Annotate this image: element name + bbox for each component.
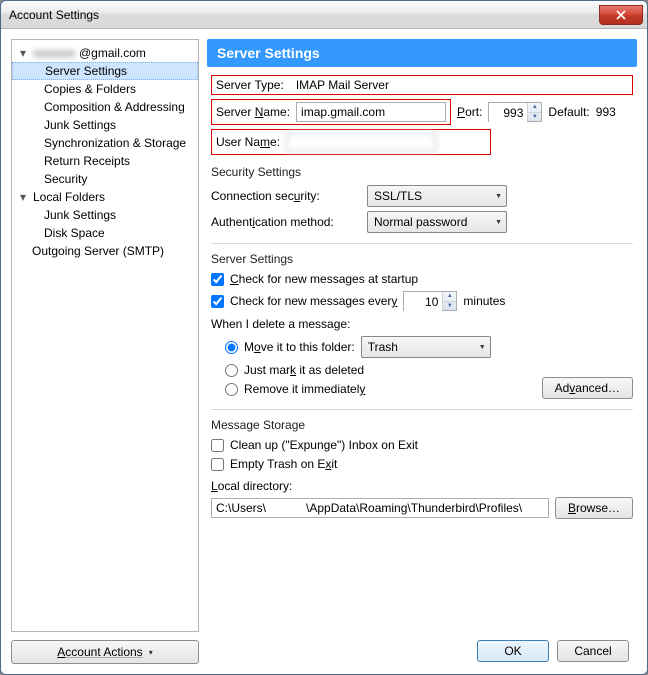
tree-return-receipts[interactable]: Return Receipts [12,152,198,170]
tree-local-diskspace[interactable]: Disk Space [12,224,198,242]
sidebar: ▾ xxxxxxx @gmail.com Server Settings Copi… [11,39,199,664]
interval-input[interactable] [404,292,442,312]
mark-deleted-label: Just mark it as deleted [244,363,364,377]
trash-folder-select[interactable]: Trash ▼ [361,336,491,358]
user-name-input[interactable] [286,132,436,152]
connection-security-select[interactable]: SSL/TLS ▼ [367,185,507,207]
server-type-value: IMAP Mail Server [296,78,389,92]
message-storage-heading: Message Storage [211,418,633,432]
window-title: Account Settings [9,8,99,22]
check-interval-label-prefix: Check for new messages every [230,294,397,308]
account-email-user: xxxxxxx [33,46,75,60]
move-folder-radio[interactable] [225,341,238,354]
close-icon [616,10,626,20]
chevron-down-icon[interactable]: ▼ [528,113,541,122]
auth-method-label: Authentication method: [211,215,361,229]
panel-title: Server Settings [207,39,637,67]
remove-immediately-radio[interactable] [225,383,238,396]
twisty-down-icon: ▾ [20,46,29,60]
chevron-up-icon[interactable]: ▲ [528,103,541,113]
account-email-suffix: @gmail.com [79,46,146,60]
default-port-value: 993 [596,105,616,119]
account-actions-label: Account Actions [57,645,142,659]
expunge-checkbox[interactable] [211,439,224,452]
default-port-label: Default: [548,105,589,119]
server-type-label: Server Type: [216,78,284,92]
local-dir-label: Local directory: [211,479,633,493]
server-name-input[interactable] [296,102,446,122]
local-dir-input[interactable] [211,498,549,518]
spinner-arrows[interactable]: ▲▼ [442,292,456,310]
tree-composition-addressing[interactable]: Composition & Addressing [12,98,198,116]
cancel-button[interactable]: Cancel [557,640,629,662]
port-label: Port: [457,105,482,119]
ok-button[interactable]: OK [477,640,549,662]
tree-copies-folders[interactable]: Copies & Folders [12,80,198,98]
server-type-row: Server Type: IMAP Mail Server [211,75,633,95]
auth-method-select[interactable]: Normal password ▼ [367,211,507,233]
port-spinner[interactable]: ▲▼ [488,102,542,122]
port-input[interactable] [489,103,527,123]
server-settings-panel: Server Settings Server Type: IMAP Mail S… [207,39,637,664]
close-button[interactable] [599,5,643,25]
remove-immediately-label: Remove it immediately [244,382,365,396]
chevron-down-icon: ▼ [495,219,502,226]
tree-server-settings[interactable]: Server Settings [12,62,198,80]
account-tree[interactable]: ▾ xxxxxxx @gmail.com Server Settings Copi… [11,39,199,632]
when-delete-label: When I delete a message: [211,317,633,331]
chevron-down-icon: ▾ [149,648,153,657]
server-settings-heading: Server Settings [211,252,633,266]
titlebar[interactable]: Account Settings [1,1,647,29]
tree-sync-storage[interactable]: Synchronization & Storage [12,134,198,152]
security-settings-heading: Security Settings [211,165,633,179]
tree-outgoing-smtp[interactable]: Outgoing Server (SMTP) [12,242,198,260]
move-folder-label: Move it to this folder: [244,340,355,354]
tree-security[interactable]: Security [12,170,198,188]
tree-local-folders-root[interactable]: ▾ Local Folders [12,188,198,206]
advanced-button[interactable]: Advanced… [542,377,633,399]
tree-junk-settings[interactable]: Junk Settings [12,116,198,134]
account-settings-window: Account Settings ▾ xxxxxxx @gmail.com Ser… [0,0,648,675]
check-startup-label: Check for new messages at startup [230,272,418,286]
interval-spinner[interactable]: ▲▼ [403,291,457,311]
twisty-down-icon: ▾ [20,190,29,204]
connection-security-label: Connection security: [211,189,361,203]
dialog-buttons: OK Cancel [477,640,629,662]
empty-trash-checkbox[interactable] [211,458,224,471]
tree-account-root[interactable]: ▾ xxxxxxx @gmail.com [12,44,198,62]
tree-local-junk[interactable]: Junk Settings [12,206,198,224]
server-name-label: Server Name: [216,105,290,119]
check-interval-label-suffix: minutes [463,294,505,308]
mark-deleted-radio[interactable] [225,364,238,377]
chevron-up-icon[interactable]: ▲ [443,292,456,302]
expunge-label: Clean up ("Expunge") Inbox on Exit [230,438,418,452]
browse-button[interactable]: Browse… [555,497,633,519]
spinner-arrows[interactable]: ▲▼ [527,103,541,121]
check-startup-checkbox[interactable] [211,273,224,286]
chevron-down-icon[interactable]: ▼ [443,302,456,311]
chevron-down-icon: ▼ [479,344,486,351]
chevron-down-icon: ▼ [495,193,502,200]
check-interval-checkbox[interactable] [211,295,224,308]
empty-trash-label: Empty Trash on Exit [230,457,337,471]
account-actions-button[interactable]: Account Actions ▾ [11,640,199,664]
user-name-label: User Name: [216,135,280,149]
